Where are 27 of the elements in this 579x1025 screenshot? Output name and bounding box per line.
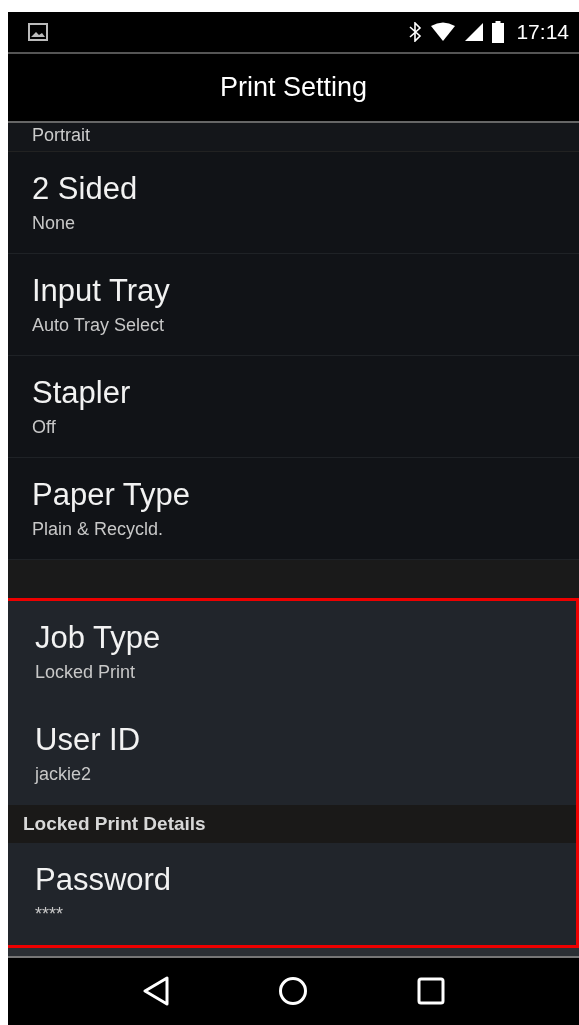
- battery-icon: [492, 20, 505, 43]
- setting-label: User ID: [35, 722, 142, 759]
- setting-value: Auto Tray Select: [32, 314, 166, 336]
- setting-value: Portrait: [32, 124, 91, 145]
- setting-label: Password: [35, 862, 173, 899]
- wifi-icon: [430, 21, 457, 42]
- setting-value: jackie2: [35, 764, 93, 786]
- signal-icon: [464, 21, 485, 42]
- setting-label: Paper Type: [32, 476, 191, 513]
- setting-value: ****: [35, 904, 65, 926]
- screen-title: Print Setting: [219, 71, 368, 103]
- setting-label: Input Tray: [32, 272, 171, 309]
- setting-label: Stapler: [32, 374, 132, 411]
- status-time: 17:14: [516, 19, 569, 44]
- scrolled-list-item[interactable]: Portrait: [8, 122, 579, 152]
- image-icon: [28, 22, 48, 41]
- setting-value: None: [32, 212, 77, 234]
- home-icon[interactable]: [278, 976, 309, 1007]
- setting-value: Locked Print: [35, 662, 137, 684]
- section-header: Locked Print Details: [8, 804, 576, 843]
- setting-label: Job Type: [35, 620, 162, 657]
- setting-label: 2 Sided: [32, 170, 139, 207]
- back-icon[interactable]: [142, 976, 171, 1007]
- setting-value: Off: [32, 416, 57, 438]
- setting-value: Plain & Recycld.: [32, 518, 165, 540]
- bluetooth-icon: [408, 21, 423, 42]
- recents-icon[interactable]: [416, 977, 445, 1006]
